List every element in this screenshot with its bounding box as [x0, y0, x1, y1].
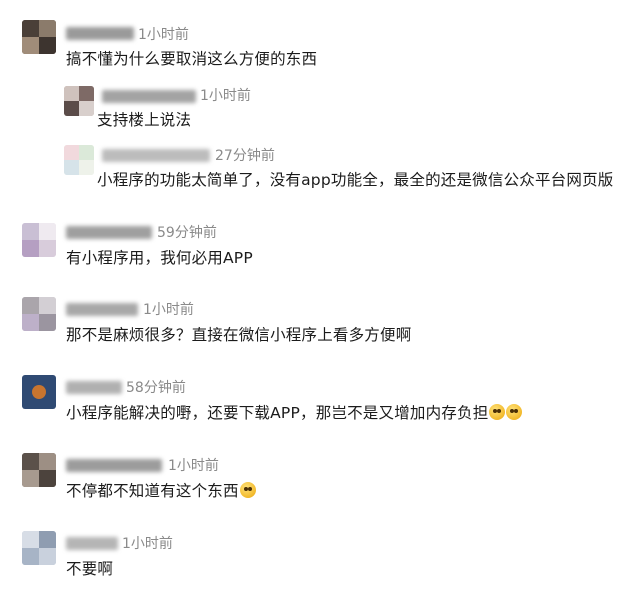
comment-text: 不要啊	[66, 560, 114, 578]
avatar[interactable]	[22, 453, 56, 487]
reply-item: 1小时前 支持楼上说法	[0, 80, 640, 132]
avatar[interactable]	[64, 86, 94, 116]
comment-time: 1小时前	[168, 458, 219, 474]
avatar[interactable]	[22, 297, 56, 331]
laughing-emoji	[239, 482, 256, 498]
comment-item: 59分钟前 有小程序用，我何必用APP	[0, 215, 640, 275]
comment-item: 58分钟前 小程序能解决的嘢，还要下载APP，那岂不是又增加内存负担	[0, 370, 640, 430]
comment-text: 小程序能解决的嘢，还要下载APP，那岂不是又增加内存负担	[66, 401, 523, 423]
username-blurred[interactable]	[102, 90, 196, 103]
avatar[interactable]	[64, 145, 94, 175]
username-blurred[interactable]	[66, 381, 122, 394]
username-blurred[interactable]	[66, 459, 162, 472]
comment-text: 支持楼上说法	[97, 111, 192, 129]
comment-time: 1小时前	[122, 536, 173, 552]
comment-text: 那不是麻烦很多？直接在微信小程序上看多方便啊	[66, 326, 412, 344]
comment-time: 58分钟前	[126, 380, 186, 396]
avatar[interactable]	[22, 531, 56, 565]
dizzy-face-emoji	[506, 404, 523, 420]
username-blurred[interactable]	[66, 537, 118, 550]
comment-text: 不停都不知道有这个东西	[66, 479, 256, 501]
comment-time: 1小时前	[143, 302, 194, 318]
comment-time: 27分钟前	[215, 148, 275, 164]
username-blurred[interactable]	[66, 303, 138, 316]
dizzy-face-emoji	[489, 404, 506, 420]
comment-time: 1小时前	[138, 27, 189, 43]
comment-time: 1小时前	[200, 88, 251, 104]
comment-item: 1小时前 那不是麻烦很多？直接在微信小程序上看多方便啊	[0, 292, 640, 352]
comment-text: 小程序的功能太简单了，没有app功能全，最全的还是微信公众平台网页版	[97, 171, 614, 189]
avatar[interactable]	[22, 375, 56, 409]
avatar[interactable]	[22, 223, 56, 257]
comment-time: 59分钟前	[157, 225, 217, 241]
username-blurred[interactable]	[102, 149, 210, 162]
comment-item: 1小时前 不要啊	[0, 526, 640, 586]
avatar[interactable]	[22, 20, 56, 54]
comment-item: 1小时前 不停都不知道有这个东西	[0, 448, 640, 508]
comment-item: 1小时前 搞不懂为什么要取消这么方便的东西	[0, 0, 640, 70]
username-blurred[interactable]	[66, 226, 152, 239]
reply-item: 27分钟前 小程序的功能太简单了，没有app功能全，最全的还是微信公众平台网页版	[0, 140, 640, 195]
comment-text: 搞不懂为什么要取消这么方便的东西	[66, 50, 318, 68]
comment-text: 有小程序用，我何必用APP	[66, 249, 253, 267]
username-blurred[interactable]	[66, 27, 134, 40]
